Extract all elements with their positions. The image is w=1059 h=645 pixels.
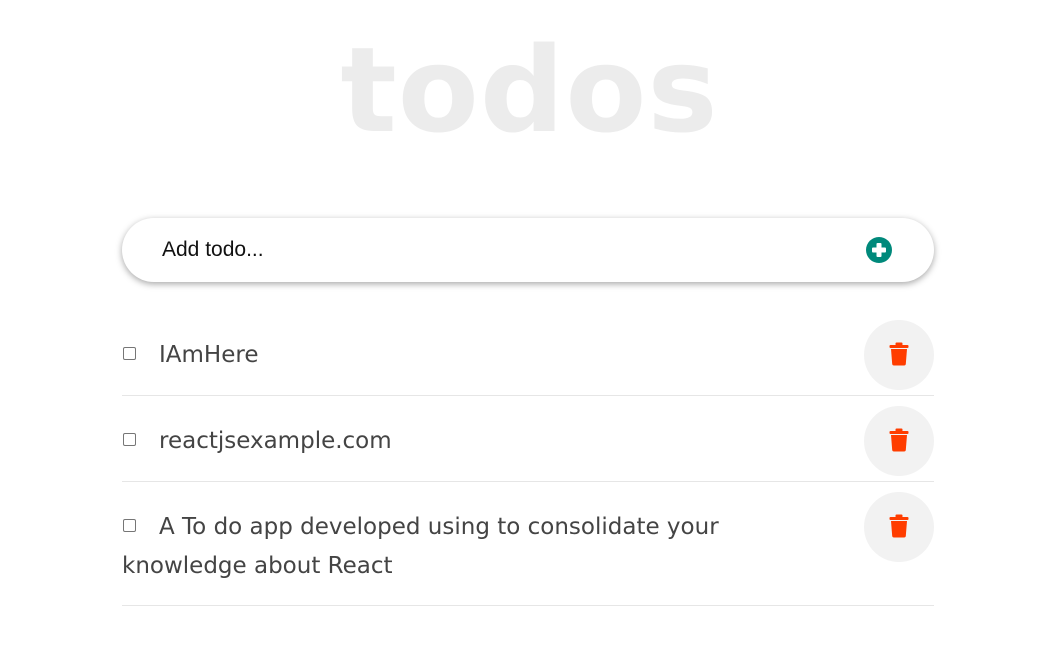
add-todo-form — [122, 218, 934, 282]
todo-item: reactjsexample.com — [122, 396, 934, 482]
delete-todo-button[interactable] — [864, 320, 934, 390]
todo-item: A To do app developed using to consolida… — [122, 482, 934, 606]
plus-circle-icon — [866, 237, 892, 263]
add-todo-input[interactable] — [162, 230, 842, 270]
delete-todo-button[interactable] — [864, 406, 934, 476]
delete-todo-button[interactable] — [864, 492, 934, 562]
todo-app: todos IAmHere reactjsexample.com — [0, 0, 1059, 645]
todo-item: IAmHere — [122, 310, 934, 396]
todo-text: A To do app developed using to consolida… — [122, 514, 719, 579]
todo-checkbox[interactable] — [123, 347, 136, 360]
add-todo-button[interactable] — [865, 236, 893, 264]
todo-text: reactjsexample.com — [159, 428, 392, 454]
todo-checkbox[interactable] — [123, 433, 136, 446]
trash-icon — [889, 342, 909, 366]
trash-icon — [889, 428, 909, 452]
todo-list: IAmHere reactjsexample.com A To do app d… — [122, 310, 934, 606]
todo-text: IAmHere — [159, 342, 259, 368]
todo-checkbox[interactable] — [123, 519, 136, 532]
trash-icon — [889, 514, 909, 538]
page-title: todos — [340, 21, 719, 159]
